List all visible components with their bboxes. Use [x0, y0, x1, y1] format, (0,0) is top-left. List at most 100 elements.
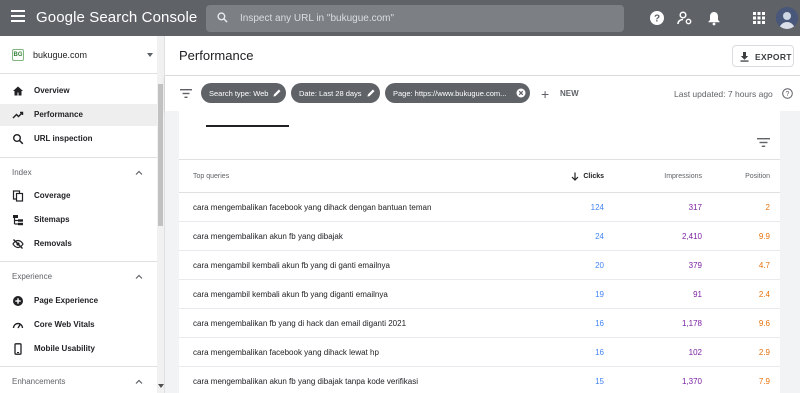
query-cell: cara mengembalikan fb yang di hack dan e…: [193, 319, 407, 328]
property-selector[interactable]: BG bukugue.com: [0, 36, 164, 74]
menu-icon[interactable]: [11, 10, 25, 24]
close-circle-icon[interactable]: [516, 88, 526, 98]
section-experience[interactable]: Experience: [0, 266, 157, 288]
manage-accounts-icon[interactable]: [677, 10, 693, 26]
filter-chip-page[interactable]: Page: https://www.bukugue.com...: [385, 83, 530, 103]
svg-text:?: ?: [786, 91, 790, 98]
clicks-cell: 16: [595, 319, 604, 328]
section-title: Index: [12, 168, 32, 177]
table-row[interactable]: cara mengembalikan akun fb yang dibajak …: [179, 222, 780, 251]
export-button[interactable]: EXPORT: [732, 45, 794, 67]
scroll-down-arrow-icon[interactable]: [158, 384, 164, 388]
sidebar-item-core-web-vitals[interactable]: Core Web Vitals: [0, 314, 157, 336]
sidebar-item-overview[interactable]: Overview: [0, 80, 157, 102]
section-index[interactable]: Index: [0, 162, 157, 184]
clicks-cell: 19: [595, 290, 604, 299]
trending-up-icon: [12, 111, 24, 119]
sidebar-item-sitemaps[interactable]: Sitemaps: [0, 209, 157, 231]
caret-down-icon: [147, 53, 153, 57]
query-cell: cara mengambil kembali akun fb yang diga…: [193, 290, 388, 299]
sidebar-item-removals[interactable]: Removals: [0, 233, 157, 255]
queries-table-card: Top queries Clicks Impressions Position …: [179, 111, 780, 393]
sidebar-item-label: Removals: [34, 239, 72, 248]
filter-chip-date[interactable]: Date: Last 28 days: [291, 83, 380, 103]
sidebar-item-label: Overview: [34, 86, 70, 95]
section-enhancements[interactable]: Enhancements: [0, 371, 157, 393]
table-row[interactable]: cara mengembalikan facebook yang dihack …: [179, 338, 780, 367]
apps-grid-icon[interactable]: [751, 10, 767, 26]
notifications-bell-icon[interactable]: [706, 10, 722, 26]
eye-off-icon: [12, 239, 24, 249]
export-label: EXPORT: [755, 52, 792, 62]
plus-icon: +: [541, 86, 550, 102]
position-cell: 2: [765, 203, 770, 212]
sidebar-item-label: Mobile Usability: [34, 344, 95, 353]
chip-label: Date: Last 28 days: [299, 89, 362, 98]
sitemap-icon: [13, 215, 23, 226]
avatar[interactable]: [776, 7, 798, 29]
sidebar-item-performance[interactable]: Performance: [0, 104, 157, 126]
plus-circle-icon: [13, 296, 23, 306]
impressions-cell: 379: [688, 261, 702, 270]
edit-pencil-icon[interactable]: [366, 88, 376, 98]
query-cell: cara mengambil kembali akun fb yang di g…: [193, 261, 390, 270]
help-outline-icon[interactable]: ?: [782, 88, 793, 99]
sidebar-divider: [0, 366, 157, 367]
sidebar-item-url-inspection[interactable]: URL inspection: [0, 128, 157, 150]
speedometer-icon: [12, 322, 24, 329]
table-row[interactable]: cara mengembalikan fb yang di hack dan e…: [179, 309, 780, 338]
column-header-queries[interactable]: Top queries: [193, 173, 229, 180]
column-header-position[interactable]: Position: [745, 173, 770, 180]
column-header-impressions[interactable]: Impressions: [664, 173, 702, 180]
svg-text:?: ?: [654, 14, 660, 25]
query-cell: cara mengembalikan facebook yang dihack …: [193, 203, 432, 212]
clicks-cell: 16: [595, 348, 604, 357]
position-cell: 7.9: [758, 377, 770, 386]
impressions-cell: 1,370: [681, 377, 702, 386]
chevron-up-icon: [135, 274, 143, 279]
impressions-cell: 2,410: [681, 232, 702, 241]
sidebar-item-mobile-usability[interactable]: Mobile Usability: [0, 338, 157, 360]
new-filter-button[interactable]: + NEW: [539, 85, 579, 103]
new-filter-label: NEW: [560, 89, 579, 98]
sidebar-item-page-experience[interactable]: Page Experience: [0, 290, 157, 312]
table-row[interactable]: cara mengambil kembali akun fb yang di g…: [179, 251, 780, 280]
top-app-bar: Google Search Console ?: [0, 0, 800, 36]
property-favicon-icon: BG: [12, 49, 24, 61]
page-header: Performance EXPORT: [165, 36, 800, 76]
last-updated-text: Last updated: 7 hours ago: [674, 89, 773, 99]
table-row[interactable]: cara mengambil kembali akun fb yang diga…: [179, 280, 780, 309]
sidebar-item-coverage[interactable]: Coverage: [0, 185, 157, 207]
clicks-cell: 15: [595, 377, 604, 386]
sidebar-item-label: Page Experience: [34, 296, 99, 305]
sidebar-divider: [0, 157, 157, 158]
position-cell: 2.4: [758, 290, 770, 299]
url-inspection-search[interactable]: [206, 5, 624, 32]
filter-list-icon[interactable]: [180, 88, 192, 99]
page-title: Performance: [179, 48, 254, 63]
position-cell: 4.7: [758, 261, 770, 270]
table-row[interactable]: cara mengembalikan facebook yang dihack …: [179, 193, 780, 222]
filter-bar: Search type: Web Date: Last 28 days Page…: [165, 76, 800, 111]
download-icon: [740, 52, 749, 62]
sidebar-divider: [0, 261, 157, 262]
chip-label: Search type: Web: [209, 89, 269, 98]
edit-pencil-icon[interactable]: [272, 88, 282, 98]
search-input[interactable]: [240, 5, 610, 32]
section-title: Experience: [12, 272, 53, 281]
sidebar-item-label: Sitemaps: [34, 215, 70, 224]
app-logo[interactable]: Google Search Console: [36, 9, 197, 26]
filter-chip-search-type[interactable]: Search type: Web: [201, 83, 286, 103]
help-circle-icon[interactable]: ?: [649, 10, 665, 26]
content-scrollbar-track[interactable]: [781, 111, 800, 393]
table-row[interactable]: cara mengembalikan akun fb yang dibajak …: [179, 367, 780, 393]
query-cell: cara mengembalikan facebook yang dihack …: [193, 348, 379, 357]
chip-label: Page: https://www.bukugue.com...: [393, 89, 507, 98]
sidebar-scrollbar-thumb[interactable]: [158, 84, 163, 226]
column-header-clicks[interactable]: Clicks: [583, 173, 604, 180]
clicks-cell: 24: [595, 232, 604, 241]
table-filter-icon[interactable]: [757, 137, 770, 148]
impressions-cell: 91: [693, 290, 702, 299]
sidebar-item-label: URL inspection: [34, 134, 93, 143]
query-cell: cara mengembalikan akun fb yang dibajak …: [193, 377, 419, 386]
